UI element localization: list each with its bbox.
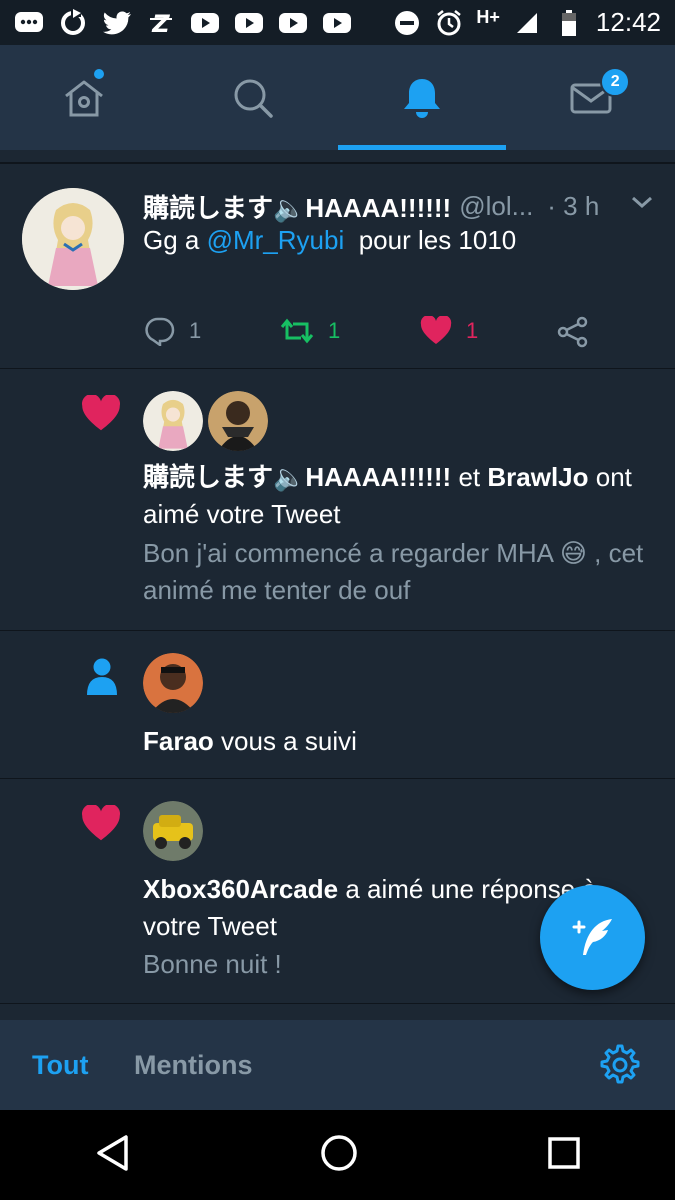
- avatar[interactable]: [208, 391, 268, 451]
- actor-name[interactable]: Xbox360Arcade: [143, 874, 338, 904]
- home-button[interactable]: [320, 1134, 358, 1177]
- like-button[interactable]: 1: [420, 316, 478, 346]
- z-app-icon: Z: [146, 10, 176, 36]
- notification-follow[interactable]: Farao vous a suivi: [0, 631, 675, 779]
- tab-search[interactable]: [169, 45, 338, 150]
- tweet-menu-chevron[interactable]: [630, 194, 654, 215]
- actor-name[interactable]: Farao: [143, 726, 214, 756]
- tweet-text-prefix: Gg a: [143, 225, 207, 255]
- reply-button[interactable]: 1: [145, 316, 201, 346]
- person-icon: [86, 657, 118, 702]
- unread-messages-badge: 2: [600, 67, 631, 97]
- compose-tweet-button[interactable]: [540, 885, 645, 990]
- tab-home[interactable]: [0, 45, 169, 150]
- recents-button[interactable]: [547, 1136, 581, 1175]
- heart-icon: [81, 804, 121, 848]
- youtube-icon: [278, 10, 308, 36]
- filter-tab-all[interactable]: Tout: [32, 1050, 88, 1081]
- dnd-icon: [392, 10, 422, 36]
- retweet-icon: [280, 318, 314, 344]
- tab-messages[interactable]: 2: [506, 45, 675, 150]
- twitter-icon: [102, 10, 132, 36]
- share-button[interactable]: [557, 316, 589, 348]
- tweet-time: · 3 h: [547, 191, 600, 221]
- notification-filter-bar: Tout Mentions: [0, 1020, 675, 1110]
- settings-button[interactable]: [598, 1043, 642, 1092]
- top-nav: 2: [0, 45, 675, 150]
- reply-count: 1: [189, 318, 202, 343]
- mention-link[interactable]: @Mr_Ryubi: [207, 225, 345, 255]
- compose-tweet-icon: [572, 918, 612, 955]
- alarm-icon: [434, 9, 464, 36]
- bell-icon: [403, 78, 440, 118]
- reply-icon: [145, 317, 175, 346]
- filter-tab-mentions[interactable]: Mentions: [134, 1050, 253, 1081]
- battery-icon: [554, 9, 584, 36]
- actor-name[interactable]: 購読します🔈HAAAA!!!!!!: [143, 462, 451, 492]
- actor-name[interactable]: BrawlJo: [487, 462, 588, 492]
- tweet-author-handle: @lol...: [459, 191, 534, 221]
- youtube-icon: [190, 10, 220, 36]
- network-type: H+: [476, 7, 500, 27]
- android-nav-bar: [0, 1110, 675, 1200]
- tab-notifications[interactable]: [337, 45, 507, 150]
- retweet-button[interactable]: 1: [280, 316, 340, 346]
- retweet-count: 1: [328, 318, 341, 343]
- svg-text:Z: Z: [151, 10, 170, 36]
- tweet-text: Gg a @Mr_Ryubi pour les 1010: [143, 222, 643, 259]
- search-icon: [234, 79, 273, 118]
- messages-icon: [14, 10, 44, 36]
- heart-icon: [81, 394, 121, 438]
- action-text: vous a suivi: [213, 726, 357, 756]
- like-count: 1: [466, 318, 479, 343]
- avatar[interactable]: [22, 188, 124, 290]
- clock: 12:42: [595, 7, 661, 37]
- back-icon: [96, 1134, 128, 1171]
- new-content-dot: [94, 69, 104, 79]
- joiner-text: et: [451, 462, 488, 492]
- avatar[interactable]: [143, 391, 203, 451]
- gear-icon: [600, 1044, 640, 1084]
- youtube-icon: [234, 10, 264, 36]
- tweet-card[interactable]: 購読します🔈HAAAA!!!!!! @lol... · 3 h Gg a @Mr…: [0, 164, 675, 369]
- notification-like[interactable]: 購読します🔈HAAAA!!!!!! et BrawlJo ont aimé vo…: [0, 369, 675, 631]
- heart-icon: [420, 316, 452, 344]
- status-bar: Z H+ 12:42: [0, 0, 675, 45]
- avatar[interactable]: [143, 801, 203, 861]
- tweet-excerpt[interactable]: Bon j'ai commencé a regarder MHA 😅 , cet…: [143, 535, 653, 609]
- share-icon: [557, 316, 588, 348]
- avatar[interactable]: [143, 653, 203, 713]
- sync-icon: [58, 8, 88, 36]
- notification-text: Farao vous a suivi: [143, 723, 653, 760]
- signal-icon: [512, 10, 542, 36]
- chevron-down-icon: [632, 196, 652, 209]
- back-button[interactable]: [95, 1134, 131, 1177]
- tweet-text-suffix: pour les 1010: [344, 225, 517, 255]
- notification-text: 購読します🔈HAAAA!!!!!! et BrawlJo ont aimé vo…: [143, 459, 653, 533]
- tweet-author-name[interactable]: 購読します🔈HAAAA!!!!!!: [143, 188, 451, 225]
- recents-icon: [547, 1136, 580, 1169]
- youtube-icon: [322, 10, 352, 36]
- home-icon: [65, 80, 104, 116]
- home-circle-icon: [320, 1134, 357, 1171]
